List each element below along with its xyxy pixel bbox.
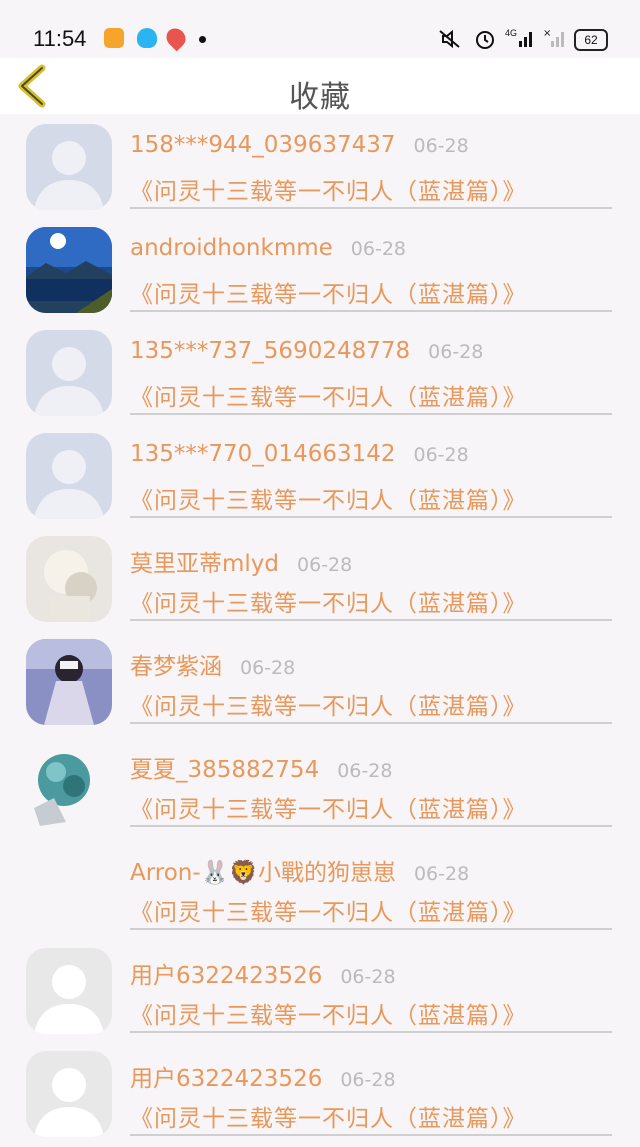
work-title[interactable]: 《问灵十三载等一不归人（蓝湛篇）》	[130, 1099, 527, 1133]
list-item[interactable]: 用户6322423526 06-28 《问灵十三载等一不归人（蓝湛篇）》	[0, 1041, 640, 1144]
work-title[interactable]: 《问灵十三载等一不归人（蓝湛篇）》	[130, 378, 527, 412]
list-item[interactable]: 春梦紫涵 06-28 《问灵十三载等一不归人（蓝湛篇）》	[0, 629, 640, 732]
app-header: 收藏	[0, 58, 640, 115]
item-date: 06-28	[337, 760, 393, 782]
divider	[130, 413, 612, 415]
user-name[interactable]: 135***737_5690248778 06-28	[130, 338, 483, 364]
item-date: 06-28	[413, 444, 469, 466]
work-title[interactable]: 《问灵十三载等一不归人（蓝湛篇）》	[130, 481, 527, 515]
divider	[130, 310, 612, 312]
user-name[interactable]: androidhonkmme 06-28	[130, 235, 406, 261]
work-title[interactable]: 《问灵十三载等一不归人（蓝湛篇）》	[130, 790, 527, 824]
page-title: 收藏	[289, 80, 351, 115]
work-title[interactable]: 《问灵十三载等一不归人（蓝湛篇）》	[130, 275, 527, 309]
user-name[interactable]: 用户6322423526 06-28	[130, 956, 396, 990]
avatar[interactable]	[26, 639, 112, 725]
divider	[130, 1134, 612, 1136]
item-date: 06-28	[297, 554, 353, 576]
work-title[interactable]: 《问灵十三载等一不归人（蓝湛篇）》	[130, 584, 527, 618]
item-date: 06-28	[413, 135, 469, 157]
signal-4g-icon: 4G	[505, 28, 532, 47]
mute-icon	[439, 29, 460, 49]
list-item[interactable]: androidhonkmme 06-28 《问灵十三载等一不归人（蓝湛篇）》	[0, 217, 640, 320]
divider	[130, 928, 612, 930]
work-title[interactable]: 《问灵十三载等一不归人（蓝湛篇）》	[130, 996, 527, 1030]
item-date: 06-28	[340, 966, 396, 988]
divider	[130, 1031, 612, 1033]
status-bar: 11:54 4G × 62	[0, 0, 640, 58]
list-item[interactable]: 夏夏_385882754 06-28 《问灵十三载等一不归人（蓝湛篇）》	[0, 732, 640, 835]
svg-text:4G: 4G	[505, 28, 517, 38]
user-name[interactable]: 158***944_039637437 06-28	[130, 132, 469, 158]
work-title[interactable]: 《问灵十三载等一不归人（蓝湛篇）》	[130, 893, 527, 927]
item-date: 06-28	[413, 863, 470, 885]
list-item[interactable]: 135***770_014663142 06-28 《问灵十三载等一不归人（蓝湛篇…	[0, 423, 640, 526]
svg-text:×: ×	[543, 28, 551, 39]
item-date: 06-28	[240, 657, 296, 679]
battery-indicator: 62	[574, 29, 608, 51]
avatar[interactable]	[26, 124, 112, 210]
avatar[interactable]	[26, 433, 112, 519]
item-date: 06-28	[428, 341, 484, 363]
divider	[130, 722, 612, 724]
weibo-icon	[104, 28, 124, 48]
work-title[interactable]: 《问灵十三载等一不归人（蓝湛篇）》	[130, 172, 527, 206]
user-name[interactable]: Arron-🐰🦁小戰的狗崽崽 06-28	[130, 853, 469, 887]
list-item[interactable]: 莫里亚蒂mlyd 06-28 《问灵十三载等一不归人（蓝湛篇）》	[0, 526, 640, 629]
user-name[interactable]: 莫里亚蒂mlyd 06-28	[130, 544, 352, 578]
avatar[interactable]	[26, 742, 112, 828]
list-item[interactable]: Arron-🐰🦁小戰的狗崽崽 06-28 《问灵十三载等一不归人（蓝湛篇）》	[0, 835, 640, 938]
avatar[interactable]	[26, 227, 112, 313]
user-name[interactable]: 用户6322423526 06-28	[130, 1059, 396, 1093]
avatar[interactable]	[26, 330, 112, 416]
divider	[130, 825, 612, 827]
user-name[interactable]: 135***770_014663142 06-28	[130, 441, 469, 467]
qq-icon	[137, 28, 157, 48]
user-name[interactable]: 春梦紫涵 06-28	[130, 647, 295, 681]
location-icon	[162, 24, 190, 52]
item-date: 06-28	[350, 238, 407, 260]
avatar[interactable]	[26, 536, 112, 622]
item-date: 06-28	[340, 1069, 396, 1091]
list-item[interactable]: 用户6322423526 06-28 《问灵十三载等一不归人（蓝湛篇）》	[0, 938, 640, 1041]
alarm-icon	[476, 31, 494, 49]
list-item[interactable]: 158***944_039637437 06-28 《问灵十三载等一不归人（蓝湛篇…	[0, 114, 640, 217]
divider	[130, 619, 612, 621]
avatar[interactable]	[26, 1051, 112, 1137]
divider	[130, 207, 612, 209]
divider	[130, 516, 612, 518]
user-name[interactable]: 夏夏_385882754 06-28	[130, 750, 392, 784]
avatar[interactable]	[26, 948, 112, 1034]
notification-dot	[199, 36, 206, 43]
work-title[interactable]: 《问灵十三载等一不归人（蓝湛篇）》	[130, 687, 527, 721]
status-time: 11:54	[33, 26, 87, 51]
list-item[interactable]: 135***737_5690248778 06-28 《问灵十三载等一不归人（蓝湛…	[0, 320, 640, 423]
signal-icon: ×	[543, 28, 564, 47]
